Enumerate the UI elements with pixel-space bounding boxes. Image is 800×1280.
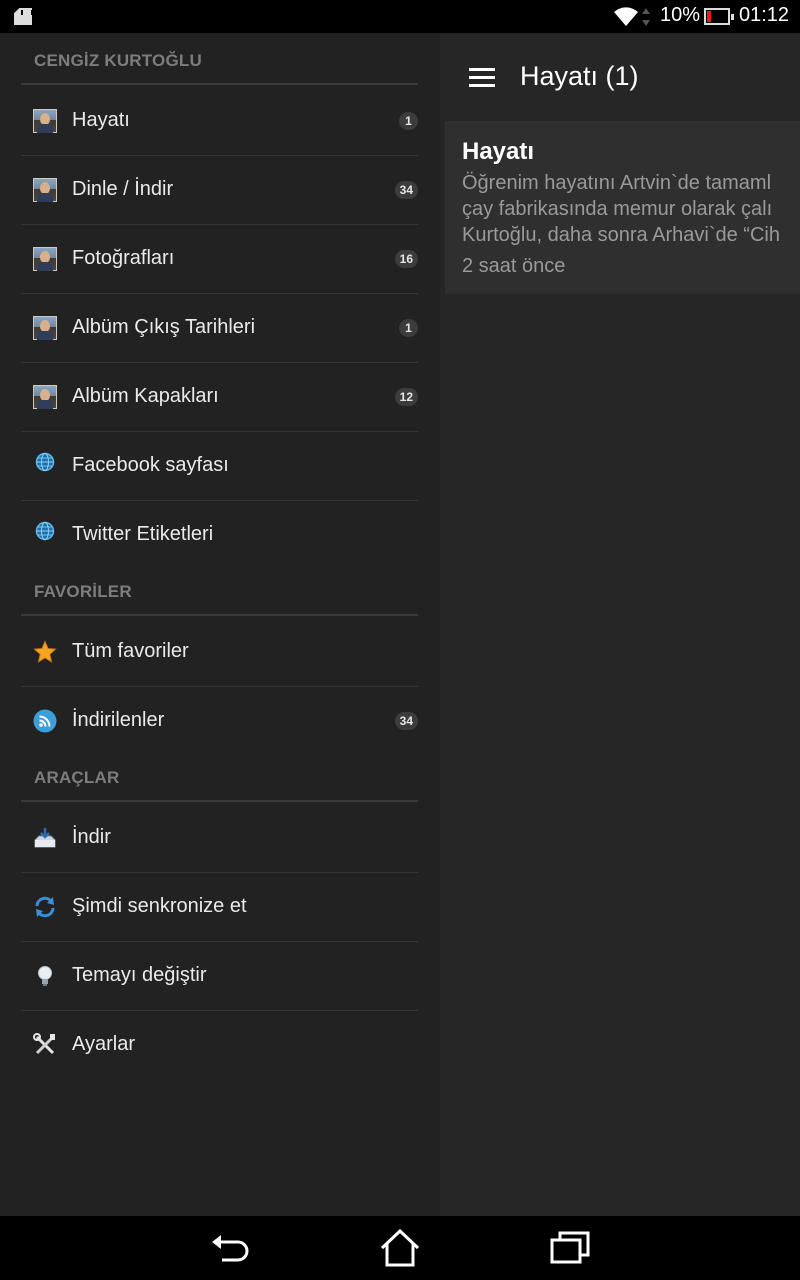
globe-icon (35, 521, 55, 541)
article-timestamp: 2 saat önce (462, 255, 566, 277)
drawer-item-twitter-etiketleri[interactable]: Twitter Etiketleri (21, 501, 418, 570)
drawer-item-temayi-degistir[interactable]: Temayı değiştir (21, 942, 418, 1011)
drawer-item-label: Şimdi senkronize et (72, 895, 247, 917)
drawer-item-album-kapaklari[interactable]: Albüm Kapakları 12 (21, 363, 418, 432)
tools-icon (33, 1033, 55, 1055)
article-snippet-line: çay fabrikasında memur olarak çalı (462, 198, 773, 220)
drawer-item-label: İndir (72, 826, 111, 848)
star-icon (33, 640, 57, 663)
drawer-item-ayarlar[interactable]: Ayarlar (21, 1011, 418, 1080)
drawer-item-label: Albüm Çıkış Tarihleri (72, 316, 256, 338)
avatar-icon (33, 316, 57, 340)
avatar-icon (33, 178, 57, 202)
drawer-item-facebook-sayfasi[interactable]: Facebook sayfası (21, 432, 418, 501)
clock: 01:12 (739, 4, 790, 26)
count-badge: 16 (394, 250, 418, 268)
hamburger-menu-icon[interactable] (469, 68, 495, 88)
article-title: Hayatı (462, 138, 535, 165)
count-badge: 34 (394, 712, 418, 730)
sd-card-icon (14, 8, 32, 25)
count-badge: 1 (399, 319, 418, 337)
system-navigation-bar (0, 1216, 800, 1280)
drawer-item-label: Albüm Kapakları (72, 385, 219, 407)
drawer-item-label: Twitter Etiketleri (72, 523, 214, 545)
home-icon[interactable] (378, 1228, 422, 1268)
status-bar: 10% 01:12 (0, 0, 800, 33)
count-badge: 1 (399, 112, 418, 130)
rss-icon (33, 709, 57, 733)
battery-percent: 10% (660, 4, 701, 26)
drawer-item-label: İndirilenler (72, 709, 165, 731)
drawer-item-label: Fotoğrafları (72, 247, 175, 269)
drawer-item-label: Hayatı (72, 109, 130, 131)
page-title: Hayatı (1) (520, 61, 639, 91)
article-card[interactable]: Hayatı Öğrenim hayatını Artvin`de tamaml… (445, 121, 800, 294)
back-icon[interactable] (208, 1228, 252, 1268)
download-tray-icon (34, 828, 56, 848)
drawer-item-tum-favoriler[interactable]: Tüm favoriler (21, 618, 418, 687)
drawer-item-indir[interactable]: İndir (21, 804, 418, 873)
sync-icon (35, 896, 55, 918)
drawer-item-label: Facebook sayfası (72, 454, 229, 476)
globe-icon (35, 452, 55, 472)
article-snippet-line: Kurtoğlu, daha sonra Arhavi`de “Cih (462, 224, 780, 246)
avatar-icon (33, 109, 57, 133)
main-content: Hayatı (1) Hayatı Öğrenim hayatını Artvi… (440, 33, 800, 1216)
section-header-araclar: ARAÇLAR (21, 750, 418, 802)
avatar-icon (33, 247, 57, 271)
navigation-drawer: CENGİZ KURTOĞLU Hayatı 1 Dinle / İndir 3… (0, 33, 440, 1216)
drawer-item-hayati[interactable]: Hayatı 1 (21, 87, 418, 156)
section-header-label: FAVORİLER (34, 582, 132, 601)
section-header-label: ARAÇLAR (34, 768, 120, 787)
drawer-item-label: Tüm favoriler (72, 640, 189, 662)
recent-apps-icon[interactable] (548, 1228, 592, 1268)
drawer-item-fotograflari[interactable]: Fotoğrafları 16 (21, 225, 418, 294)
screen: 10% 01:12 CENGİZ KURTOĞLU Hayatı 1 Dinle… (0, 0, 800, 1280)
count-badge: 12 (394, 388, 418, 406)
drawer-item-indirilenler[interactable]: İndirilenler 34 (21, 687, 418, 756)
wifi-icon (614, 7, 638, 26)
drawer-item-label: Temayı değiştir (72, 964, 207, 986)
app-bar: Hayatı (1) (440, 33, 800, 121)
section-header-label: CENGİZ KURTOĞLU (34, 51, 202, 70)
avatar-icon (33, 385, 57, 409)
count-badge: 34 (394, 181, 418, 199)
battery-icon (704, 8, 734, 25)
drawer-item-simdi-senkronize-et[interactable]: Şimdi senkronize et (21, 873, 418, 942)
data-arrows-icon (642, 8, 650, 26)
section-header-favoriler: FAVORİLER (21, 564, 418, 616)
drawer-item-label: Dinle / İndir (72, 178, 174, 200)
drawer-item-dinle-indir[interactable]: Dinle / İndir 34 (21, 156, 418, 225)
section-header-cengiz-kurtoglu: CENGİZ KURTOĞLU (21, 33, 418, 85)
drawer-item-album-cikis-tarihleri[interactable]: Albüm Çıkış Tarihleri 1 (21, 294, 418, 363)
drawer-item-label: Ayarlar (72, 1033, 135, 1055)
article-snippet-line: Öğrenim hayatını Artvin`de tamaml (462, 172, 772, 194)
lightbulb-icon (38, 966, 52, 986)
